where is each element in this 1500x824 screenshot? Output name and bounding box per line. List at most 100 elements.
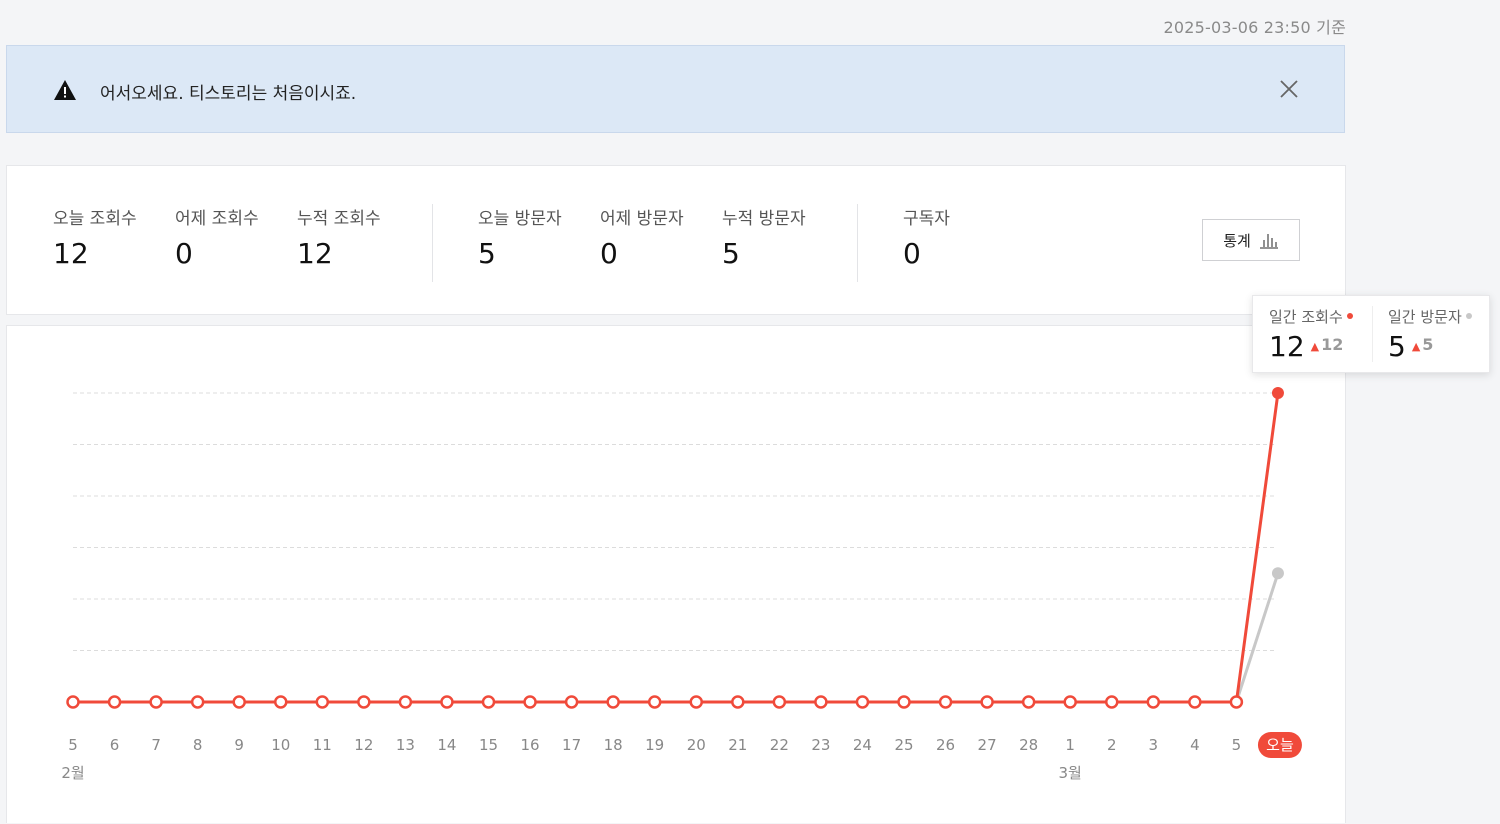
x-tick-label: 오늘 xyxy=(1266,736,1294,754)
data-point-views xyxy=(1105,695,1119,709)
bar-chart-icon xyxy=(1259,234,1278,249)
chart-tooltip: 일간 조회수 12 ▲ 12 일간 방문자 5 ▲ 5 xyxy=(1252,295,1490,373)
statistics-button[interactable]: 통계 xyxy=(1202,219,1300,261)
stat-label: 오늘 방문자 xyxy=(478,209,562,229)
data-point-views xyxy=(1271,387,1284,399)
stat-label: 누적 조회수 xyxy=(297,209,381,229)
x-tick-label: 21 xyxy=(728,736,747,754)
notice-message: 어서오세요. 티스토리는 처음이시죠. xyxy=(100,84,357,104)
data-point-views xyxy=(398,695,413,709)
data-point-views xyxy=(1188,695,1202,709)
stat-today-visitors: 오늘 방문자 5 xyxy=(478,204,562,271)
x-tick-label: 19 xyxy=(645,736,664,754)
data-point-views xyxy=(564,695,579,709)
stat-today-views: 오늘 조회수 12 xyxy=(53,204,137,271)
visitors-dot-icon xyxy=(1465,312,1472,319)
stat-label: 어제 조회수 xyxy=(175,209,259,229)
tooltip-visitors-value: 5 xyxy=(1388,330,1406,363)
up-triangle-icon: ▲ xyxy=(1411,340,1421,353)
tooltip-views-delta: 12 xyxy=(1321,335,1344,354)
timestamp: 2025-03-06 23:50 기준 xyxy=(1163,18,1346,37)
stat-value: 0 xyxy=(175,237,193,270)
x-tick-label: 3 xyxy=(1149,736,1159,754)
data-point-views xyxy=(357,695,371,709)
data-point-views xyxy=(980,695,994,709)
data-point-views xyxy=(814,695,828,709)
data-point-views xyxy=(647,695,662,709)
stat-value: 0 xyxy=(903,237,921,270)
data-point-views xyxy=(897,695,911,709)
x-tick-label: 5 xyxy=(1232,736,1242,754)
x-tick-label: 12 xyxy=(354,736,373,754)
data-point-views xyxy=(1021,695,1036,709)
month-label: 3월 xyxy=(1059,764,1082,782)
x-tick-label: 2 xyxy=(1107,736,1117,754)
x-tick-label: 25 xyxy=(894,736,913,754)
data-point-views xyxy=(149,695,163,709)
data-point-views xyxy=(190,695,205,709)
data-point-views xyxy=(107,695,122,709)
series-line-visitors xyxy=(73,572,1280,704)
stat-value: 5 xyxy=(722,237,740,270)
tooltip-visitors: 일간 방문자 5 ▲ 5 xyxy=(1388,306,1472,369)
x-tick-label: 27 xyxy=(978,736,997,754)
x-tick-label: 15 xyxy=(479,736,498,754)
x-tick-label: 11 xyxy=(313,736,332,754)
data-point-views xyxy=(523,695,537,709)
views-dot-icon xyxy=(1346,312,1353,319)
warning-icon xyxy=(54,80,76,100)
divider xyxy=(432,204,433,282)
stat-label: 오늘 조회수 xyxy=(53,209,137,229)
daily-chart-panel: 5 6 7 8 9 10 11 12 13 14 15 16 17 18 19 20 21 22 23 24 25 26 2… xyxy=(6,325,1346,823)
stat-value: 5 xyxy=(478,237,496,270)
x-tick-label: 1 xyxy=(1065,736,1075,754)
daily-line-chart: 5 6 7 8 9 10 11 12 13 14 15 16 17 18 19 20 21 22 23 24 25 26 2… xyxy=(61,387,1302,782)
tooltip-views-value: 12 xyxy=(1269,330,1305,363)
stat-label: 어제 방문자 xyxy=(600,209,684,229)
tooltip-views-label: 일간 조회수 xyxy=(1269,308,1343,326)
stat-yesterday-visitors: 어제 방문자 0 xyxy=(600,204,684,271)
data-point-visitors xyxy=(1271,567,1284,580)
data-point-views xyxy=(772,695,787,709)
statistics-button-label: 통계 xyxy=(1223,231,1251,250)
x-tick-label: 14 xyxy=(437,736,456,754)
x-tick-label: 16 xyxy=(521,736,540,754)
data-point-views xyxy=(689,695,703,709)
data-point-views xyxy=(855,695,870,709)
data-point-views xyxy=(440,695,454,709)
data-point-views xyxy=(1146,695,1161,709)
x-tick-label: 9 xyxy=(234,736,244,754)
x-tick-label: 22 xyxy=(770,736,789,754)
data-point-views xyxy=(274,695,288,709)
up-triangle-icon: ▲ xyxy=(1310,340,1320,353)
stat-label: 누적 방문자 xyxy=(722,209,806,229)
data-point-views xyxy=(66,695,80,709)
welcome-notice: 어서오세요. 티스토리는 처음이시죠. xyxy=(6,45,1345,133)
tooltip-visitors-delta: 5 xyxy=(1422,335,1434,354)
x-tick-label: 18 xyxy=(604,736,623,754)
x-tick-label: 4 xyxy=(1190,736,1200,754)
data-point-views xyxy=(938,695,953,709)
divider xyxy=(1372,306,1373,362)
stat-value: 0 xyxy=(600,237,618,270)
stat-value: 12 xyxy=(53,237,89,270)
x-tick-label: 7 xyxy=(151,736,161,754)
x-tick-label: 23 xyxy=(811,736,830,754)
x-tick-label: 20 xyxy=(687,736,706,754)
x-tick-label: 8 xyxy=(193,736,203,754)
stat-label: 구독자 xyxy=(903,209,950,229)
stat-subscribers: 구독자 0 xyxy=(903,204,950,271)
x-tick-label: 26 xyxy=(936,736,955,754)
x-tick-label: 17 xyxy=(562,736,581,754)
x-tick-label: 5 xyxy=(68,736,78,754)
x-tick-label: 6 xyxy=(110,736,120,754)
month-label: 2월 xyxy=(61,764,84,782)
data-point-views xyxy=(315,695,330,709)
x-tick-label: 13 xyxy=(396,736,415,754)
x-tick-label: 24 xyxy=(853,736,872,754)
stat-total-visitors: 누적 방문자 5 xyxy=(722,204,806,271)
stat-yesterday-views: 어제 조회수 0 xyxy=(175,204,259,271)
x-tick-label: 28 xyxy=(1019,736,1038,754)
tooltip-views: 일간 조회수 12 ▲ 12 xyxy=(1269,306,1353,369)
close-icon[interactable] xyxy=(1278,78,1300,100)
